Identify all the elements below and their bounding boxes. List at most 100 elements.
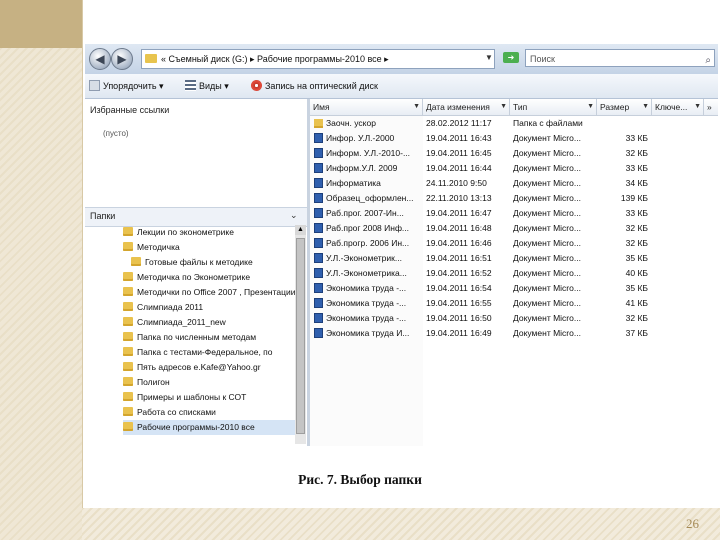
file-date: 22.11.2010 13:13 [426,193,492,203]
file-type-cell: Документ Micro... [513,236,597,251]
burn-button[interactable]: Запись на оптический диск [251,78,378,94]
search-input[interactable]: Поиск ⌕ [525,49,715,67]
folder-tree-item[interactable]: Методички по Office 2007 , Презентации [123,285,295,300]
file-row[interactable]: Информ.У.Л. 2009 19.04.2011 16:44 Документ… [310,161,718,176]
file-name-cell: Информ.У.Л. 2009 [314,161,423,176]
file-size-cell: 41 КБ [600,296,648,311]
file-size: 37 КБ [625,328,648,338]
file-row[interactable]: Раб.прог 2008 Инф... 19.04.2011 16:48 Доку… [310,221,718,236]
views-button[interactable]: Виды ▾ [185,78,229,94]
folder-tree-item[interactable]: Лекции по эконометрике [123,225,295,240]
folder-icon [145,54,157,63]
file-name: Инфор. У.Л.-2000 [326,133,395,143]
folder-tree-item[interactable]: Пять адресов e.Kafe@Yahoo.gr [123,360,295,375]
folder-tree-item[interactable]: Методичка [123,240,295,255]
file-row[interactable]: У.Л.-Эконометрик... 19.04.2011 16:51 Докум… [310,251,718,266]
file-list: Имя ▼ Дата изменения ▼ Тип ▼ Размер ▼ Ключе.… [310,99,718,446]
file-size-cell: 32 КБ [600,221,648,236]
file-row[interactable]: Экономика труда -... 19.04.2011 16:50 Доку… [310,311,718,326]
folder-tree-item[interactable]: Готовые файлы к методике [131,255,295,270]
file-row[interactable]: Инфор. У.Л.-2000 19.04.2011 16:43 Документ… [310,131,718,146]
folder-tree-item-selected[interactable]: Рабочие программы-2010 все [123,420,295,435]
slide-decoration-bottom [82,508,720,540]
file-name: Экономика труда -... [326,313,407,323]
file-row[interactable]: Информ. У.Л.-2010-... 19.04.2011 16:45 Док… [310,146,718,161]
file-date-cell: 19.04.2011 16:45 [426,146,510,161]
file-row[interactable]: Экономика труда И... 19.04.2011 16:49 Доку… [310,326,718,341]
file-name-cell: Информ. У.Л.-2010-... [314,146,423,161]
file-date-cell: 19.04.2011 16:47 [426,206,510,221]
word-document-icon [314,133,323,143]
column-header-size[interactable]: Размер ▼ [597,99,652,115]
folders-header[interactable]: Папки ⌄ [85,207,307,227]
go-arrow-icon[interactable]: ➜ [503,52,519,63]
file-row[interactable]: Экономика труда -... 19.04.2011 16:54 Доку… [310,281,718,296]
file-type-cell: Документ Micro... [513,206,597,221]
scrollbar-thumb[interactable] [296,238,305,434]
folder-tree-item[interactable]: Примеры и шаблоны к СОТ [123,390,295,405]
file-name-cell: У.Л.-Эконометрик... [314,251,423,266]
file-row[interactable]: У.Л.-Эконометрика... 19.04.2011 16:52 Доку… [310,266,718,281]
file-row[interactable]: Экономика труда -... 19.04.2011 16:55 Доку… [310,296,718,311]
forward-button[interactable]: ▶ [111,48,133,70]
more-columns-icon[interactable]: » [704,99,718,115]
column-header-date[interactable]: Дата изменения ▼ [423,99,510,115]
folder-tree-item[interactable]: Полигон [123,375,295,390]
file-type: Документ Micro... [513,133,581,143]
file-row[interactable]: Заочн. ускор 28.02.2012 11:17 Папка с файл… [310,116,718,131]
address-dropdown-icon[interactable]: ▼ [485,53,493,62]
folder-label: Методички по Office 2007 , Презентации [137,287,295,297]
slide-decoration-left [0,48,82,540]
file-size-cell: 33 КБ [600,131,648,146]
file-size: 33 КБ [625,133,648,143]
folder-tree-scrollbar[interactable]: ▲ [295,225,306,444]
chevron-down-icon[interactable]: ▼ [500,99,507,115]
file-date: 19.04.2011 16:51 [426,253,492,263]
file-row[interactable]: Информатика 24.11.2010 9:50 Документ Micro… [310,176,718,191]
folder-tree-item[interactable]: Папка по численным методам [123,330,295,345]
chevron-down-icon[interactable]: ▼ [587,99,594,115]
file-row[interactable]: Раб.прогр. 2006 Ин... 19.04.2011 16:46 Док… [310,236,718,251]
file-name: Раб.прог. 2007-Ин... [326,208,404,218]
file-date: 19.04.2011 16:47 [426,208,492,218]
word-document-icon [314,238,323,248]
chevron-down-icon[interactable]: ⌄ [290,210,298,221]
file-type: Папка с файлами [513,118,583,128]
file-type-cell: Документ Micro... [513,146,597,161]
file-type: Документ Micro... [513,268,581,278]
folder-tree-item[interactable]: Слимпиада_2011_new [123,315,295,330]
word-document-icon [314,148,323,158]
folder-tree-item[interactable]: Папка с тестами-Федеральное, по [123,345,295,360]
folder-label: Слимпиада 2011 [137,302,204,312]
file-row[interactable]: Раб.прог. 2007-Ин... 19.04.2011 16:47 Доку… [310,206,718,221]
folder-icon [123,362,133,371]
chevron-down-icon[interactable]: ▼ [694,99,701,115]
file-name: У.Л.-Эконометрика... [326,268,407,278]
favorite-links-empty: (пусто) [103,129,129,138]
search-icon[interactable]: ⌕ [705,52,711,70]
file-type: Документ Micro... [513,148,581,158]
chevron-down-icon[interactable]: ▼ [413,99,420,115]
organize-button[interactable]: Упорядочить ▾ [89,78,164,94]
folder-label: Папка с тестами-Федеральное, по [137,347,273,357]
folder-tree-item[interactable]: Слимпиада 2011 [123,300,295,315]
folder-label: Примеры и шаблоны к СОТ [137,392,247,402]
address-input[interactable]: « Съемный диск (G:) ▸ Рабочие программы-… [141,49,495,69]
column-header-name[interactable]: Имя ▼ [310,99,423,115]
folder-tree-item[interactable]: Методичка по Эконометрике [123,270,295,285]
burn-label: Запись на оптический диск [265,81,378,91]
column-header-keywords[interactable]: Ключе... ▼ [652,99,704,115]
file-row[interactable]: Образец_оформлен... 22.11.2010 13:13 Докум… [310,191,718,206]
file-date: 19.04.2011 16:52 [426,268,492,278]
file-date: 19.04.2011 16:45 [426,148,492,158]
chevron-down-icon[interactable]: ▼ [642,99,649,115]
folder-tree-item[interactable]: Работа со списками [123,405,295,420]
folder-icon [131,257,141,266]
file-date-cell: 19.04.2011 16:43 [426,131,510,146]
scroll-up-icon[interactable]: ▲ [295,225,306,235]
file-date-cell: 19.04.2011 16:51 [426,251,510,266]
file-name-cell: Экономика труда -... [314,296,423,311]
back-button[interactable]: ◀ [89,48,111,70]
column-header-type[interactable]: Тип ▼ [510,99,597,115]
column-label: Ключе... [655,102,688,112]
